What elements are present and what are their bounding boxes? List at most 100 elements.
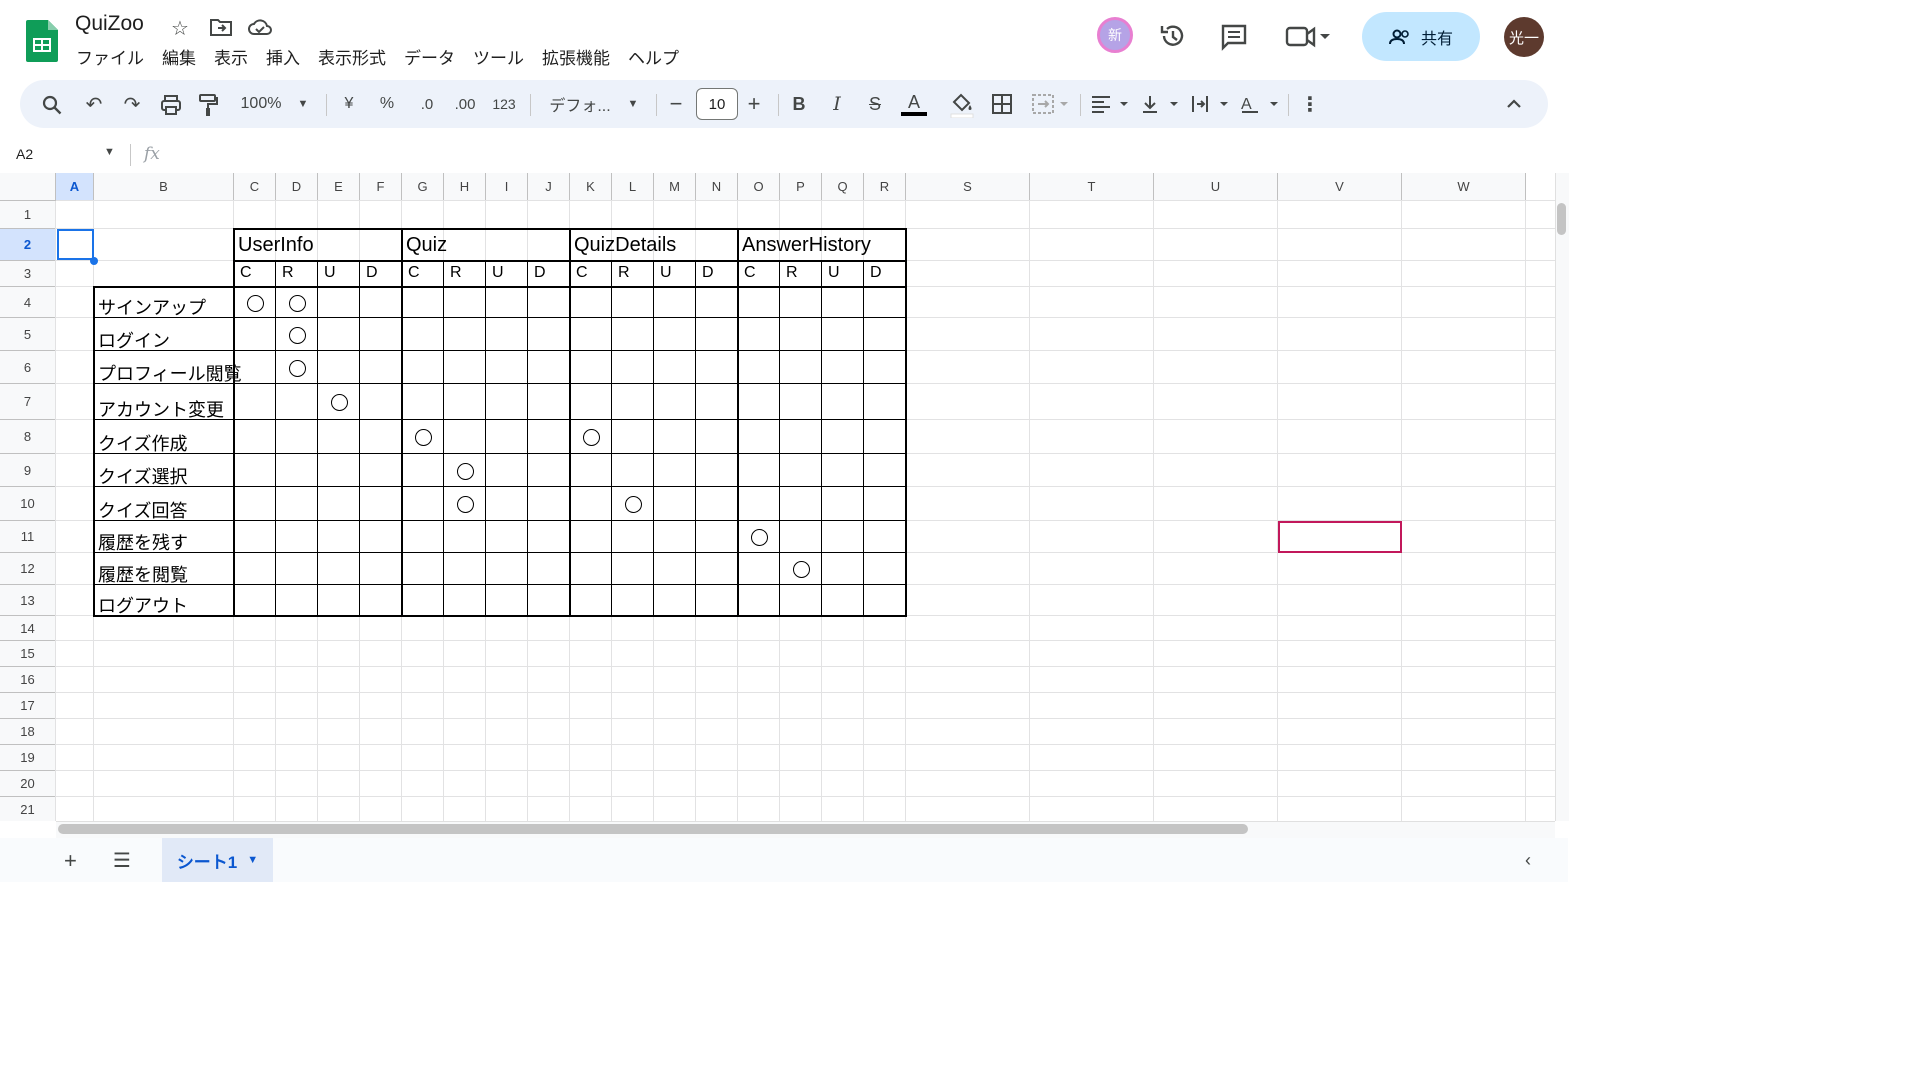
row-header[interactable]: 15 [0, 641, 56, 667]
row-header[interactable]: 18 [0, 719, 56, 745]
column-header[interactable]: T [1030, 173, 1154, 201]
fill-color-icon[interactable] [950, 92, 974, 118]
increase-decimal-button[interactable]: .00 [450, 80, 480, 128]
vertical-align-icon[interactable] [1140, 94, 1182, 114]
row-header[interactable]: 10 [0, 487, 56, 521]
row-header[interactable]: 8 [0, 420, 56, 454]
horizontal-align-icon[interactable] [1090, 94, 1132, 114]
row-header[interactable]: 13 [0, 585, 56, 616]
column-header[interactable]: N [696, 173, 738, 201]
row-header[interactable]: 1 [0, 201, 56, 229]
row-header[interactable]: 3 [0, 261, 56, 287]
number-format-button[interactable]: 123 [490, 80, 518, 128]
menu-extensions[interactable]: 拡張機能 [542, 44, 610, 69]
menu-insert[interactable]: 挿入 [266, 44, 300, 69]
column-header[interactable]: H [444, 173, 486, 201]
collapse-toolbar-icon[interactable] [1506, 98, 1522, 110]
horizontal-scroll-thumb[interactable] [58, 824, 1248, 834]
font-size-decrease-icon[interactable]: − [666, 80, 686, 128]
borders-icon[interactable] [992, 94, 1012, 114]
menu-data[interactable]: データ [404, 44, 455, 69]
all-sheets-icon[interactable]: ☰ [113, 848, 131, 873]
column-header[interactable]: K [570, 173, 612, 201]
menu-tools[interactable]: ツール [473, 44, 524, 69]
font-size-increase-icon[interactable]: + [744, 80, 764, 128]
star-icon[interactable]: ☆ [171, 16, 189, 41]
column-header[interactable]: E [318, 173, 360, 201]
add-sheet-icon[interactable]: + [64, 848, 77, 874]
row-header[interactable]: 16 [0, 667, 56, 693]
column-header[interactable]: A [56, 173, 94, 201]
spreadsheet-grid[interactable]: A B C D E F G H I J K L M N O P Q R S T U V W 1 2 3 4 5 6 7 8 9 10 11 12 13… [0, 173, 1555, 821]
active-cell-a2[interactable] [57, 229, 94, 260]
row-header[interactable]: 2 [0, 229, 56, 261]
menu-edit[interactable]: 編集 [162, 44, 196, 69]
column-header[interactable]: W [1402, 173, 1526, 201]
font-caret-icon[interactable]: ▼ [626, 80, 640, 128]
text-color-button[interactable]: A [900, 80, 928, 128]
select-all-corner[interactable] [0, 173, 56, 201]
user-avatar[interactable]: 光一 [1504, 17, 1544, 57]
move-folder-icon[interactable] [210, 18, 232, 36]
column-header[interactable]: C [234, 173, 276, 201]
currency-format-button[interactable]: ¥ [338, 80, 360, 128]
print-icon[interactable] [160, 94, 182, 116]
vertical-scroll-thumb[interactable] [1557, 203, 1566, 235]
decrease-decimal-button[interactable]: .0 [414, 80, 440, 128]
cloud-status-icon[interactable] [248, 18, 272, 36]
search-menus-icon[interactable] [42, 95, 62, 115]
italic-button[interactable]: I [826, 80, 848, 128]
column-header[interactable]: U [1154, 173, 1278, 201]
menu-file[interactable]: ファイル [76, 44, 144, 69]
collaborator-avatar[interactable]: 新 [1097, 17, 1133, 53]
column-header[interactable]: P [780, 173, 822, 201]
row-header[interactable]: 11 [0, 521, 56, 553]
text-rotation-icon[interactable]: A [1240, 94, 1282, 114]
font-size-input[interactable]: 10 [696, 88, 738, 120]
column-header[interactable]: M [654, 173, 696, 201]
strikethrough-icon[interactable]: S [864, 80, 886, 128]
name-box[interactable]: A2 [16, 146, 33, 162]
row-header[interactable]: 9 [0, 454, 56, 487]
row-header[interactable]: 12 [0, 553, 56, 585]
meet-video-icon[interactable] [1285, 25, 1333, 49]
row-header[interactable]: 6 [0, 351, 56, 384]
column-header[interactable]: J [528, 173, 570, 201]
menu-view[interactable]: 表示 [214, 44, 248, 69]
share-button[interactable]: 共有 [1362, 12, 1480, 61]
more-options-icon[interactable]: ⋮ [1300, 80, 1320, 128]
version-history-icon[interactable] [1159, 22, 1187, 50]
vertical-scrollbar[interactable] [1555, 173, 1569, 821]
percent-format-button[interactable]: % [376, 80, 398, 128]
undo-icon[interactable]: ↶ [82, 80, 106, 128]
column-header[interactable]: F [360, 173, 402, 201]
column-header[interactable]: O [738, 173, 780, 201]
row-header[interactable]: 20 [0, 771, 56, 797]
side-panel-toggle-icon[interactable]: ‹ [1525, 850, 1531, 871]
menu-help[interactable]: ヘルプ [628, 44, 679, 69]
paint-format-icon[interactable] [198, 93, 218, 117]
row-header[interactable]: 14 [0, 616, 56, 641]
column-header[interactable]: Q [822, 173, 864, 201]
document-title[interactable]: QuiZoo [75, 12, 144, 36]
sheets-logo-icon[interactable] [26, 20, 58, 62]
row-header[interactable]: 19 [0, 745, 56, 771]
column-header[interactable]: L [612, 173, 654, 201]
row-header[interactable]: 21 [0, 797, 56, 821]
text-wrapping-icon[interactable] [1190, 94, 1232, 114]
zoom-select[interactable]: 100% [236, 80, 286, 128]
fill-handle[interactable] [90, 257, 98, 265]
redo-icon[interactable]: ↷ [120, 80, 144, 128]
row-header[interactable]: 17 [0, 693, 56, 719]
column-header[interactable]: B [94, 173, 234, 201]
bold-button[interactable]: B [788, 80, 810, 128]
column-header[interactable]: S [906, 173, 1030, 201]
formula-input[interactable] [180, 146, 1550, 166]
row-header[interactable]: 5 [0, 318, 56, 351]
sheet-tab-caret-icon[interactable]: ▼ [247, 854, 258, 866]
zoom-caret-icon[interactable]: ▼ [296, 80, 310, 128]
column-header[interactable]: D [276, 173, 318, 201]
column-header[interactable]: R [864, 173, 906, 201]
column-header[interactable]: G [402, 173, 444, 201]
comments-icon[interactable] [1220, 23, 1248, 51]
